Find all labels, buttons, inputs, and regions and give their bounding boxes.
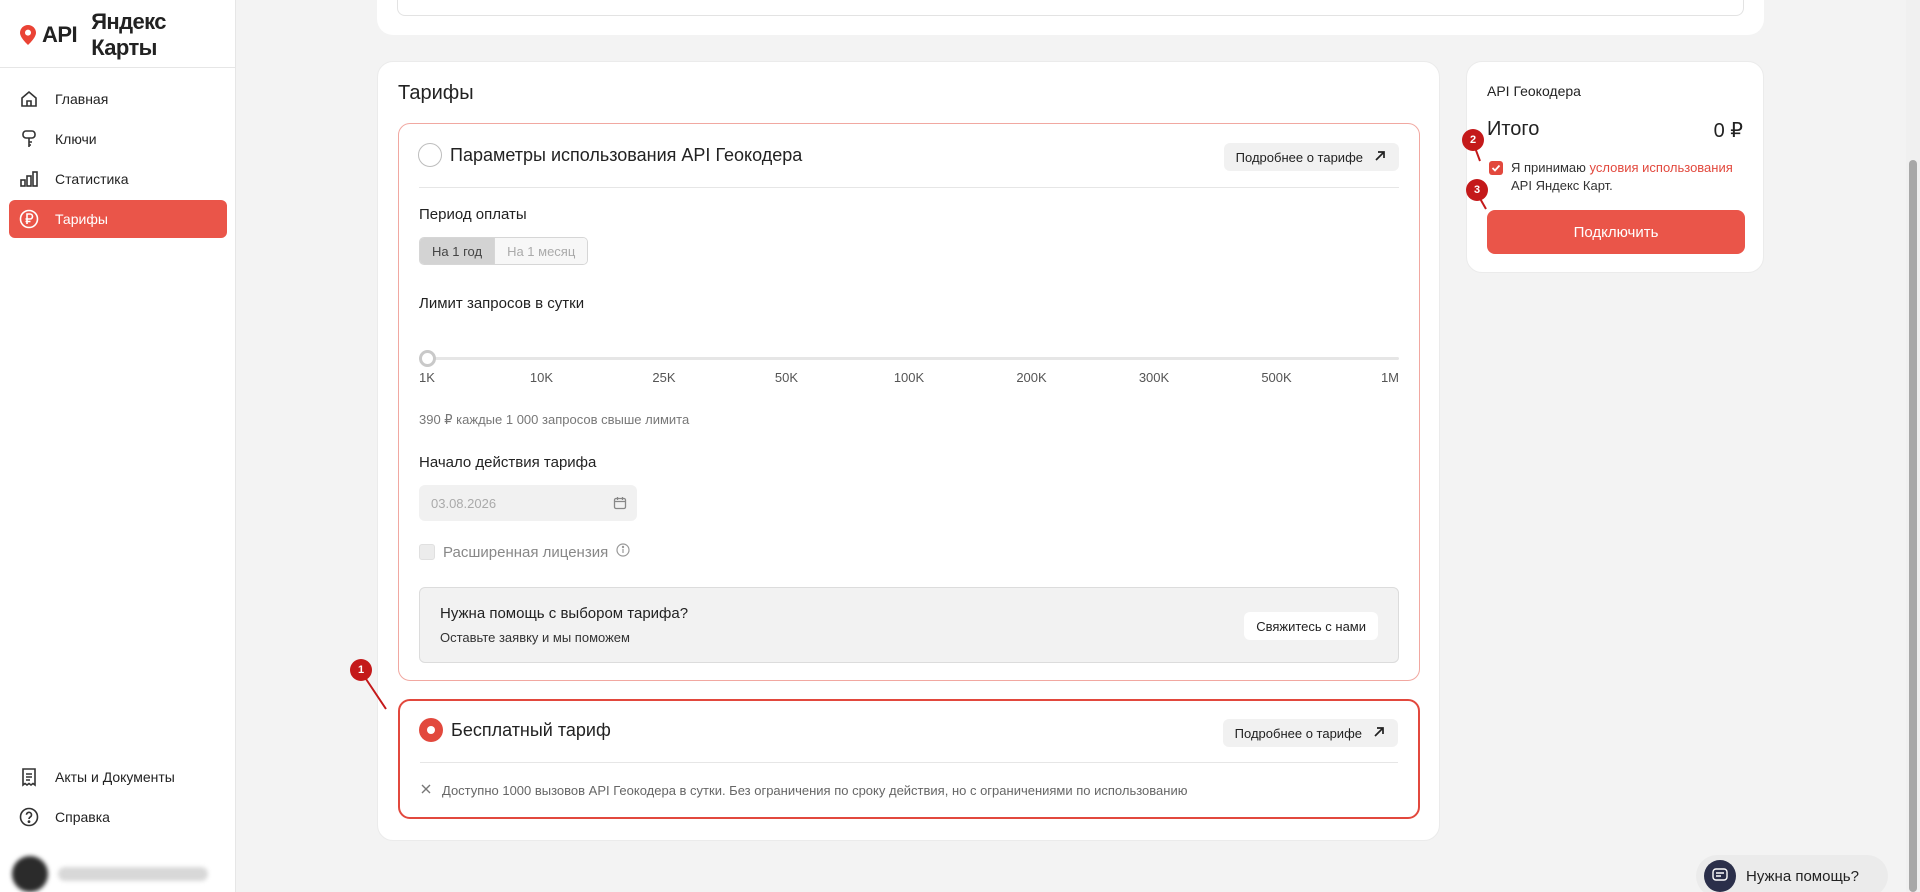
limit-tick: 1K (419, 370, 435, 385)
start-date-input[interactable]: 03.08.2026 (419, 485, 637, 521)
free-plan-option[interactable]: Бесплатный тариф Подробнее о тарифе Дост… (398, 699, 1420, 819)
total-value: 0 ₽ (1713, 120, 1743, 142)
marker-1: 1 (350, 659, 387, 710)
tariffs-card: Тарифы Параметры использования API Геоко… (377, 61, 1440, 841)
help-chat-widget[interactable]: Нужна помощь? (1696, 855, 1888, 892)
limit-tick: 300K (1138, 370, 1170, 385)
close-icon (420, 783, 432, 798)
free-plan-description: Доступно 1000 вызовов API Геокодера в су… (420, 782, 1187, 798)
help-icon (18, 806, 40, 828)
documents-icon (18, 766, 40, 788)
start-date-label: Начало действия тарифа (419, 454, 597, 471)
user-name-redacted (58, 867, 208, 881)
sidebar-item-tariffs[interactable]: Тарифы (9, 200, 227, 238)
free-plan-name: Бесплатный тариф (451, 720, 611, 740)
paid-plan-name: Параметры использования API Геокодера (450, 145, 803, 165)
limit-tick: 500K (1261, 370, 1292, 385)
calendar-icon (613, 496, 627, 510)
home-icon (18, 88, 40, 110)
marker-badge: 1 (350, 659, 372, 681)
marker-2: 2 (1462, 129, 1484, 162)
limit-label: Лимит запросов в сутки (419, 295, 585, 312)
sidebar-item-label: Статистика (55, 171, 129, 187)
sidebar-divider (0, 67, 236, 68)
paid-plan-radio[interactable] (418, 143, 442, 167)
sidebar-item-label: Ключи (55, 131, 97, 147)
sidebar-item-label: Тарифы (55, 211, 108, 227)
logo-name-text: Яндекс Карты (91, 9, 166, 60)
free-plan-radio[interactable] (419, 718, 443, 742)
free-plan-description-text: Доступно 1000 вызовов API Геокодера в су… (442, 782, 1188, 798)
summary-title: API Геокодера (1487, 83, 1581, 99)
free-plan-more-button[interactable]: Подробнее о тарифе (1222, 719, 1398, 747)
overage-hint: 390 ₽ каждые 1 000 запросов свыше лимита (419, 412, 690, 427)
ruble-icon (18, 208, 40, 230)
user-profile[interactable] (12, 856, 212, 892)
tariff-help-subtitle: Оставьте заявку и мы поможем (440, 630, 630, 645)
sidebar-item-label: Акты и Документы (55, 769, 175, 785)
paid-plan-option[interactable]: Параметры использования API Геокодера По… (398, 123, 1420, 681)
plan-divider (420, 762, 1398, 763)
period-option-year[interactable]: На 1 год (420, 238, 495, 264)
stats-icon (18, 168, 40, 190)
limit-tick: 10K (529, 370, 554, 385)
sidebar-item-label: Главная (55, 91, 109, 107)
period-segmented-control[interactable]: На 1 год На 1 месяц (419, 237, 589, 265)
external-arrow-icon (1372, 725, 1386, 739)
info-icon[interactable] (616, 543, 630, 561)
limit-tick: 1M (1380, 370, 1399, 385)
contact-us-button[interactable]: Свяжитесь с нами (1244, 612, 1378, 640)
page-scrollbar[interactable] (1906, 0, 1920, 892)
limit-tick: 100K (893, 370, 925, 385)
sidebar-item-documents[interactable]: Акты и Документы (9, 758, 227, 796)
extended-license-checkbox[interactable] (419, 544, 435, 560)
page-title: Тарифы (398, 82, 474, 104)
previous-card-field (397, 0, 1744, 16)
marker-badge: 3 (1466, 179, 1488, 201)
summary-card: API Геокодера Итого 0 ₽ Я принимаю услов… (1466, 61, 1764, 273)
start-date-value: 03.08.2026 (431, 495, 497, 511)
extended-license-option[interactable]: Расширенная лицензия (419, 542, 630, 562)
sidebar: API Яндекс Карты Главная Ключи Статистик… (0, 0, 236, 892)
sidebar-item-stats[interactable]: Статистика (9, 160, 227, 198)
period-option-month[interactable]: На 1 месяц (494, 238, 588, 264)
help-widget-label: Нужна помощь? (1746, 867, 1859, 885)
map-pin-icon (20, 25, 36, 45)
marker-badge: 2 (1462, 129, 1484, 151)
total-label: Итого (1487, 118, 1540, 140)
terms-link[interactable]: условия использования (1590, 160, 1733, 175)
terms-suffix: API Яндекс Карт. (1511, 178, 1613, 193)
logo-api-text: API (42, 22, 78, 47)
sidebar-item-keys[interactable]: Ключи (9, 120, 227, 158)
tariff-help-box: Нужна помощь с выбором тарифа? Оставьте … (419, 587, 1399, 663)
previous-card (377, 0, 1764, 35)
limit-slider-track[interactable] (419, 357, 1399, 360)
limit-tick: 25K (652, 370, 676, 385)
tariff-help-title: Нужна помощь с выбором тарифа? (440, 605, 689, 622)
external-arrow-icon (1373, 149, 1387, 163)
chat-icon (1704, 860, 1736, 892)
more-button-label: Подробнее о тарифе (1234, 725, 1362, 741)
scrollbar-thumb[interactable] (1909, 160, 1917, 892)
limit-slider-handle[interactable] (419, 350, 436, 367)
paid-plan-more-button[interactable]: Подробнее о тарифе (1223, 143, 1399, 171)
extended-license-label: Расширенная лицензия (443, 543, 609, 561)
avatar (12, 856, 48, 892)
terms-prefix: Я принимаю (1511, 160, 1590, 175)
key-icon (18, 128, 40, 150)
sidebar-item-help[interactable]: Справка (9, 798, 227, 836)
sidebar-item-home[interactable]: Главная (9, 80, 227, 118)
terms-acceptance: Я принимаю условия использования API Янд… (1489, 159, 1749, 195)
logo[interactable]: API Яндекс Карты (20, 9, 235, 60)
limit-slider-ticks: 1K 10K 25K 50K 100K 200K 300K 500K 1M (419, 370, 1399, 386)
period-label: Период оплаты (419, 206, 527, 223)
limit-tick: 50K (774, 370, 799, 385)
limit-tick: 200K (1016, 370, 1047, 385)
sidebar-item-label: Справка (55, 809, 110, 825)
connect-button[interactable]: Подключить (1487, 210, 1745, 254)
marker-3: 3 (1466, 179, 1488, 210)
plan-divider (419, 187, 1399, 188)
more-button-label: Подробнее о тарифе (1235, 149, 1363, 165)
